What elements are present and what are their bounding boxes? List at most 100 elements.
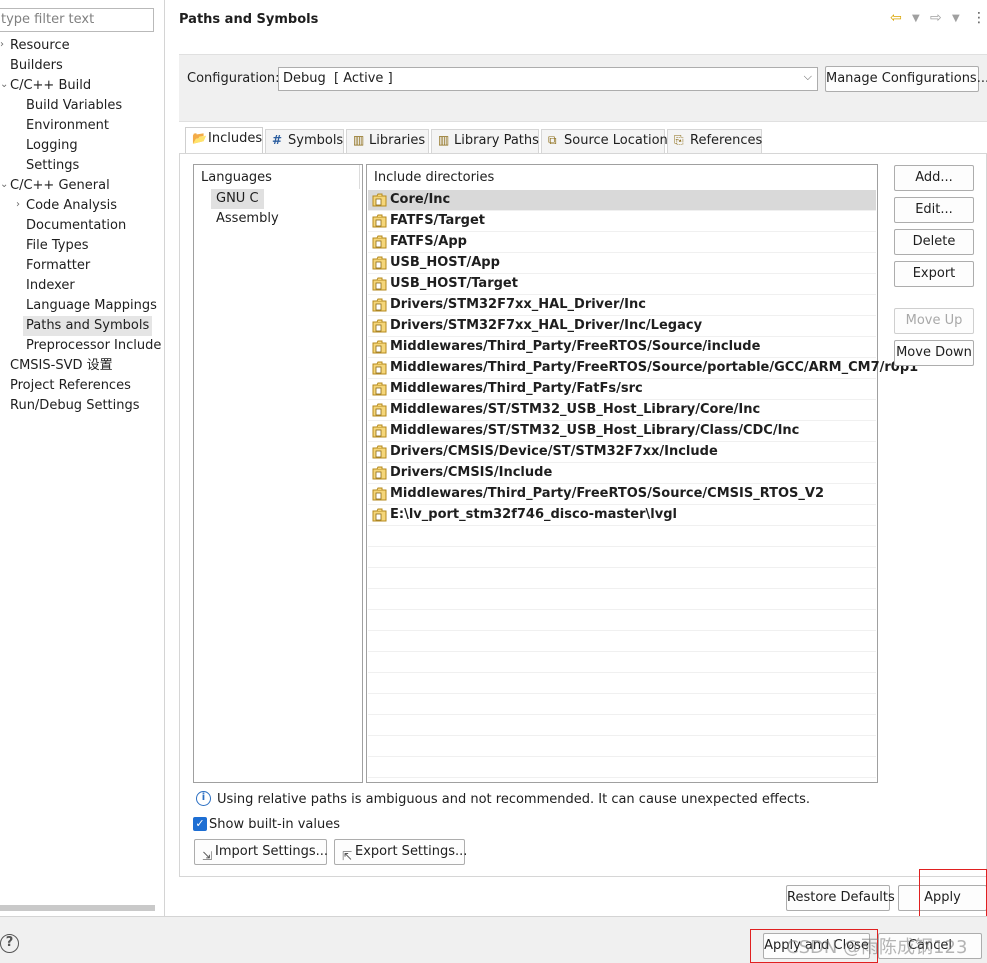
tree-item[interactable]: Resource — [10, 36, 70, 56]
tree-item[interactable]: Logging — [26, 136, 78, 156]
include-folder-icon — [372, 277, 387, 291]
tree-item[interactable]: CMSIS-SVD 设置 — [10, 356, 113, 376]
include-path: Drivers/CMSIS/Device/ST/STM32F7xx/Includ… — [390, 444, 718, 459]
chevron-down-icon[interactable]: ⌄ — [0, 179, 8, 190]
tab-includes[interactable]: 📂 Includes — [185, 127, 263, 153]
include-row[interactable]: Middlewares/Third_Party/FreeRTOS/Source/… — [368, 358, 918, 379]
back-menu-chevron-icon[interactable]: ▼ — [912, 13, 920, 24]
tree-item[interactable]: Indexer — [26, 276, 75, 296]
include-folder-icon — [372, 403, 387, 417]
include-row[interactable]: E:\lv_port_stm32f746_disco-master\lvgl — [368, 505, 876, 526]
include-path: Core/Inc — [390, 192, 451, 207]
include-row[interactable]: Drivers/CMSIS/Device/ST/STM32F7xx/Includ… — [368, 442, 876, 463]
include-path: FATFS/Target — [390, 213, 486, 228]
include-row[interactable]: FATFS/App — [368, 232, 876, 253]
export-settings-button[interactable]: ⇱ Export Settings... — [334, 839, 467, 865]
include-folder-icon — [372, 466, 387, 480]
include-folder-icon — [372, 256, 387, 270]
import-settings-button[interactable]: ⇲ Import Settings... — [194, 839, 328, 865]
tree-item[interactable]: Environment — [26, 116, 109, 136]
languages-list[interactable] — [193, 164, 363, 783]
restore-defaults-button[interactable]: Restore Defaults — [786, 885, 895, 911]
move-down-button[interactable]: Move Down — [894, 340, 974, 366]
empty-row — [368, 547, 876, 568]
include-row[interactable]: Drivers/STM32F7xx_HAL_Driver/Inc/Legacy — [368, 316, 876, 337]
include-path: USB_HOST/Target — [390, 276, 518, 291]
export-settings-icon: ⇱ — [342, 849, 353, 863]
tab-label: Source Location — [564, 133, 668, 148]
include-row[interactable]: Middlewares/Third_Party/FreeRTOS/Source/… — [368, 337, 876, 358]
configuration-select[interactable]: Debug [ Active ] ⌵ — [278, 67, 818, 91]
tree-item[interactable]: Builders — [10, 56, 63, 76]
chevron-down-icon: ⌵ — [803, 70, 812, 83]
include-row[interactable]: FATFS/Target — [368, 211, 876, 232]
tab-label: Symbols — [288, 133, 344, 148]
include-row[interactable]: USB_HOST/Target — [368, 274, 876, 295]
forward-menu-chevron-icon[interactable]: ▼ — [952, 13, 960, 24]
show-builtin-checkbox[interactable]: ✓ — [193, 817, 207, 831]
forward-arrow-icon[interactable]: ⇨ — [930, 10, 942, 26]
language-item-gnu-c[interactable]: GNU C — [211, 189, 264, 209]
include-path: E:\lv_port_stm32f746_disco-master\lvgl — [390, 507, 677, 522]
tree-item[interactable]: Build Variables — [26, 96, 122, 116]
tab-source-location[interactable]: ⧉ Source Location — [541, 129, 668, 153]
tree-item[interactable]: Settings — [26, 156, 79, 176]
tab-references[interactable]: ⎘ References — [667, 129, 762, 153]
manage-configurations-button[interactable]: Manage Configurations... — [825, 66, 987, 92]
empty-row — [368, 631, 876, 652]
include-row[interactable]: Middlewares/Third_Party/FreeRTOS/Source/… — [368, 484, 876, 505]
include-row[interactable]: Middlewares/ST/STM32_USB_Host_Library/Co… — [368, 400, 876, 421]
tree-item[interactable]: Documentation — [26, 216, 126, 236]
include-row[interactable]: USB_HOST/App — [368, 253, 876, 274]
include-row[interactable]: Drivers/STM32F7xx_HAL_Driver/Inc — [368, 295, 876, 316]
include-row[interactable]: Drivers/CMSIS/Include — [368, 463, 876, 484]
tab-symbols[interactable]: # Symbols — [265, 129, 344, 153]
help-icon[interactable]: ? — [0, 934, 19, 953]
include-path: Middlewares/ST/STM32_USB_Host_Library/Co… — [390, 402, 761, 417]
tree-item[interactable]: C/C++ General — [10, 176, 110, 196]
back-arrow-icon[interactable]: ⇦ — [890, 10, 902, 26]
delete-button[interactable]: Delete — [894, 229, 974, 255]
tab-libraries[interactable]: ▥ Libraries — [346, 129, 429, 153]
add-button[interactable]: Add... — [894, 165, 974, 191]
language-item-assembly[interactable]: Assembly — [211, 209, 284, 229]
empty-row — [368, 526, 876, 547]
empty-row — [368, 715, 876, 736]
tree-item[interactable]: Paths and Symbols — [23, 316, 153, 336]
tree-item[interactable]: File Types — [26, 236, 89, 256]
source-location-icon: ⧉ — [548, 133, 557, 147]
include-folder-icon — [372, 235, 387, 249]
library-icon: ▥ — [353, 133, 365, 147]
empty-row — [368, 652, 876, 673]
tree-item[interactable]: C/C++ Build — [10, 76, 91, 96]
include-row[interactable]: Core/Inc — [368, 190, 876, 211]
tree-item[interactable]: Run/Debug Settings — [10, 396, 140, 416]
include-row[interactable]: Middlewares/ST/STM32_USB_Host_Library/Cl… — [368, 421, 876, 442]
include-path: Middlewares/ST/STM32_USB_Host_Library/Cl… — [390, 423, 800, 438]
import-icon: ⇲ — [202, 849, 213, 863]
filter-input[interactable]: type filter text — [0, 8, 154, 32]
tab-library-paths[interactable]: ▥ Library Paths — [431, 129, 539, 153]
tree-item[interactable]: Language Mappings — [26, 296, 157, 316]
chevron-right-icon[interactable]: › — [0, 39, 4, 50]
hash-icon: # — [272, 133, 283, 147]
tree-item[interactable]: Preprocessor Include — [26, 336, 161, 356]
tree-item[interactable]: Formatter — [26, 256, 90, 276]
edit-button[interactable]: Edit... — [894, 197, 974, 223]
include-path: Drivers/STM32F7xx_HAL_Driver/Inc — [390, 297, 646, 312]
include-row[interactable]: Middlewares/Third_Party/FatFs/src — [368, 379, 876, 400]
chevron-right-icon[interactable]: › — [16, 199, 20, 210]
include-folder-icon — [372, 382, 387, 396]
tree-horizontal-scrollbar[interactable] — [0, 905, 155, 911]
more-options-icon[interactable]: ⋮ — [972, 10, 986, 26]
tree-item[interactable]: Project References — [10, 376, 131, 396]
chevron-down-icon[interactable]: ⌄ — [0, 79, 8, 90]
include-folder-icon — [372, 508, 387, 522]
include-folder-icon — [372, 424, 387, 438]
include-folder-icon — [372, 487, 387, 501]
move-up-button[interactable]: Move Up — [894, 308, 974, 334]
show-builtin-label[interactable]: Show built-in values — [209, 817, 340, 832]
export-button[interactable]: Export — [894, 261, 974, 287]
tab-label: Libraries — [369, 133, 426, 148]
tree-item[interactable]: Code Analysis — [26, 196, 117, 216]
